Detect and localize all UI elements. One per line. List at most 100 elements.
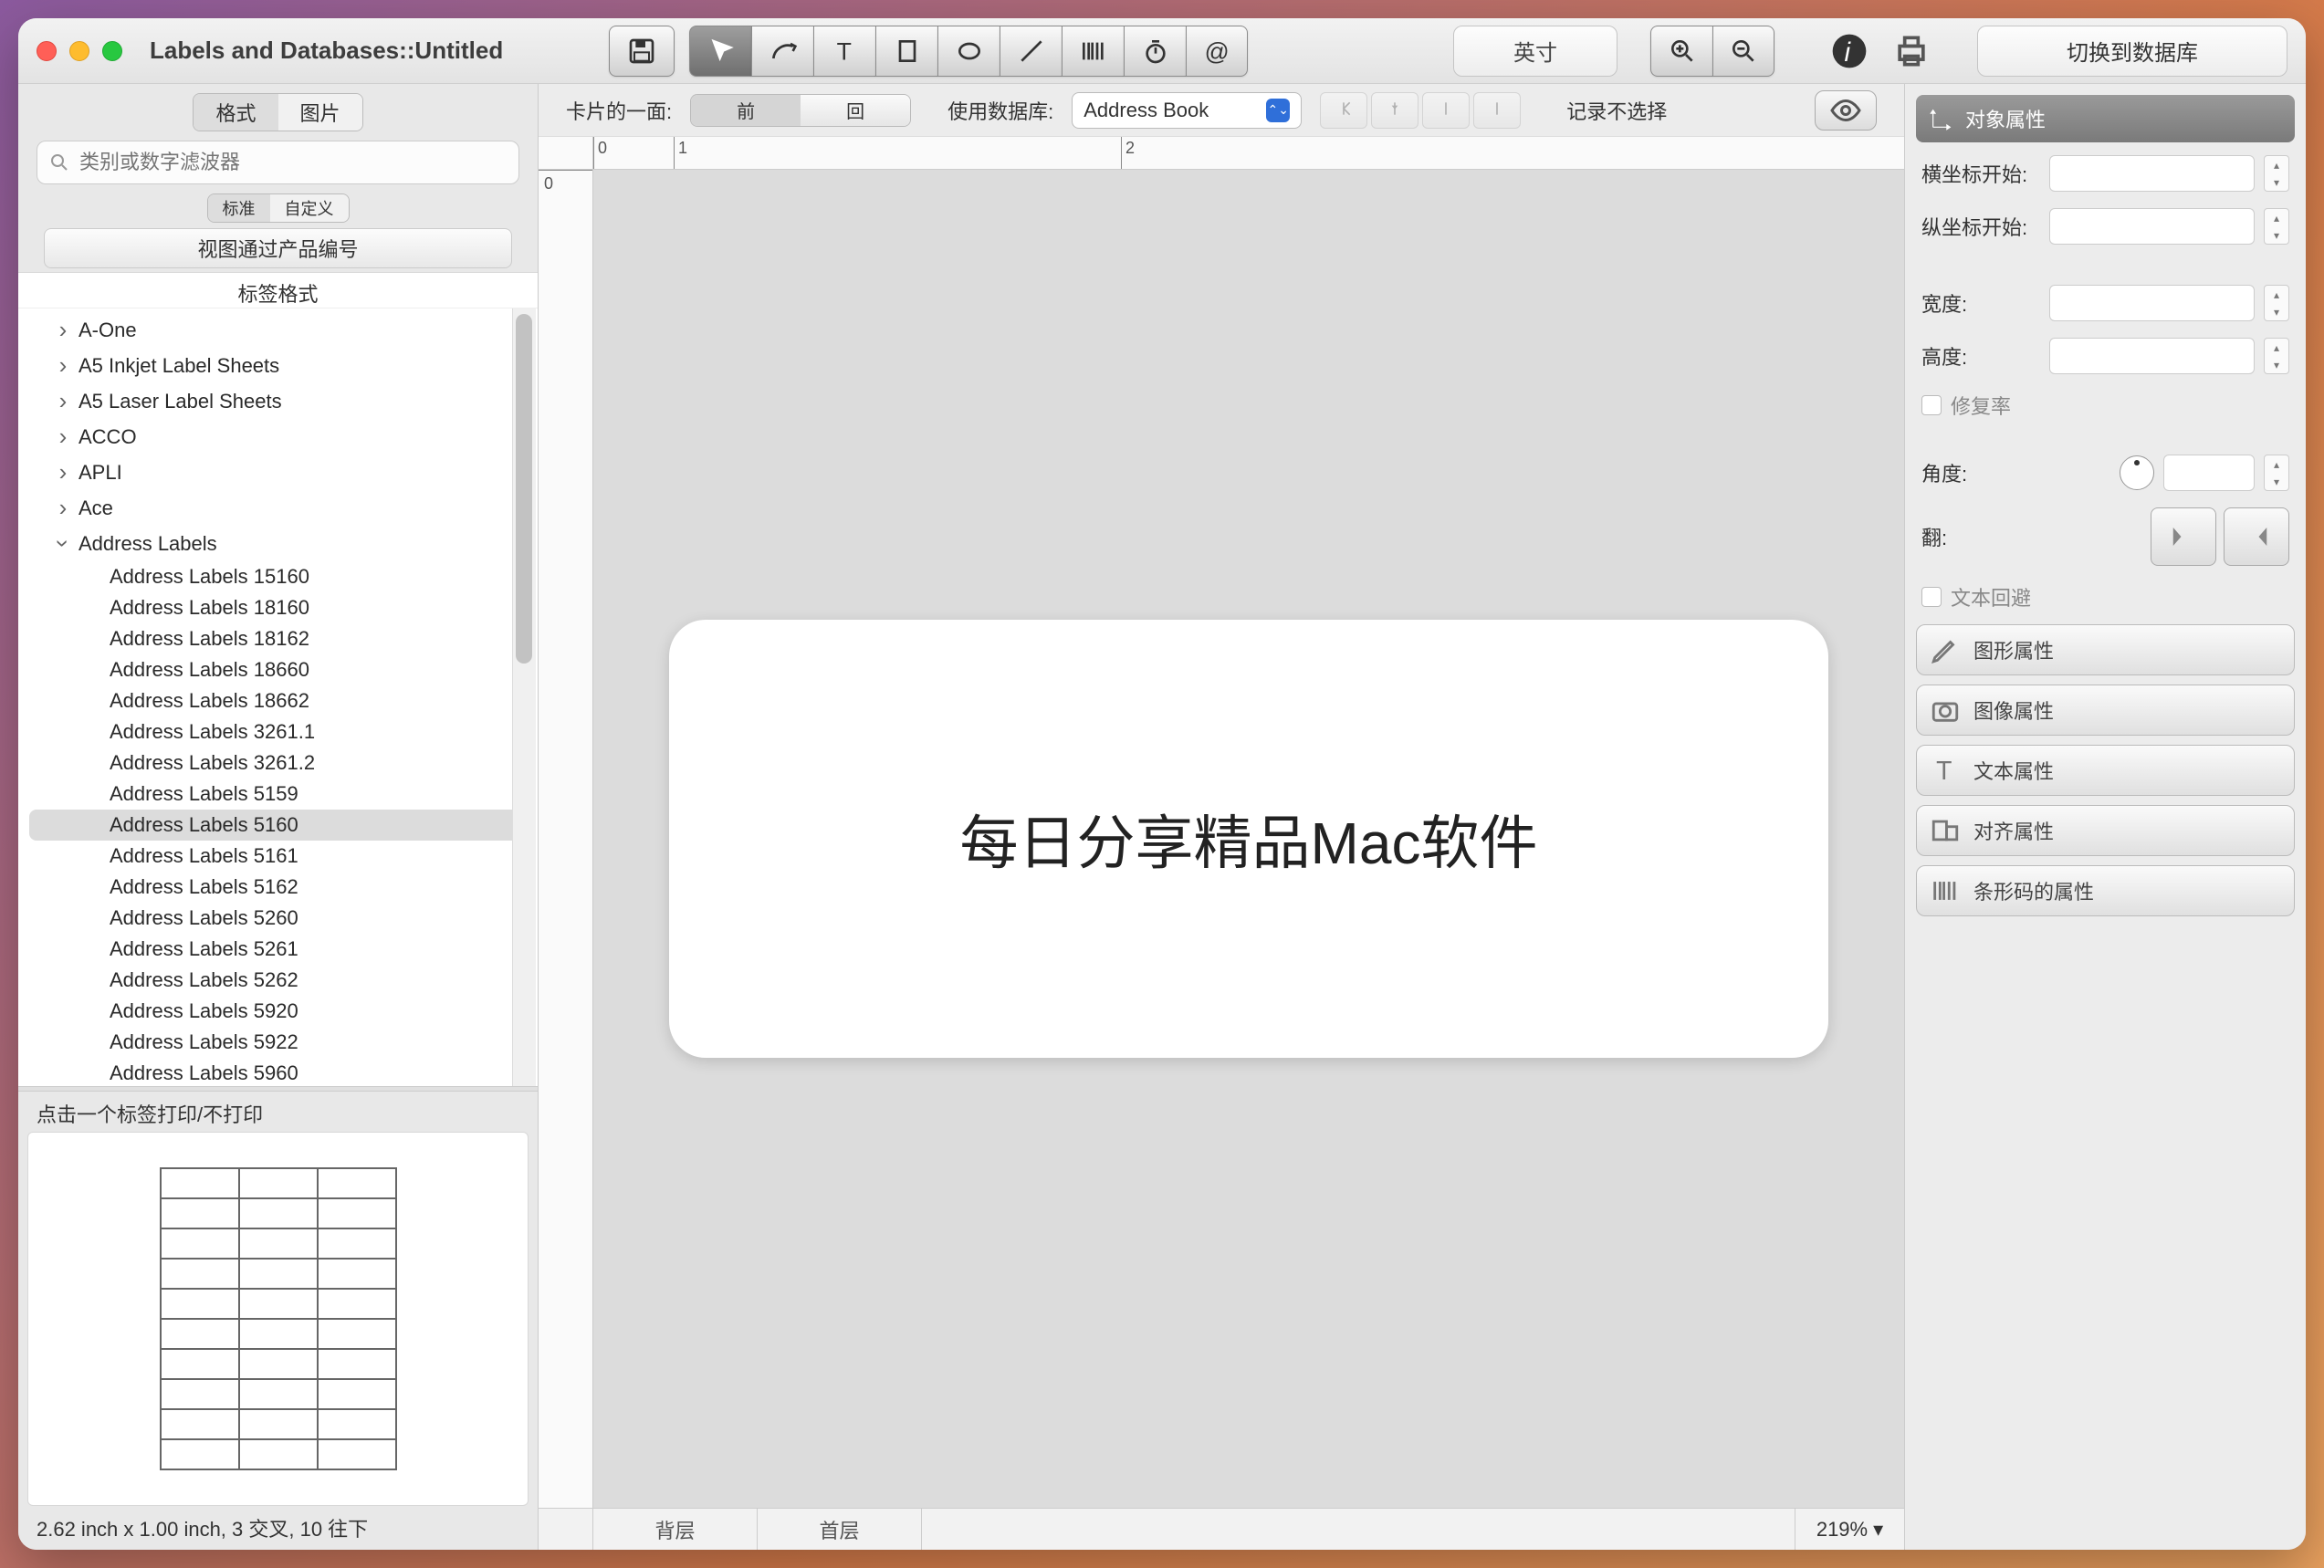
tab-format[interactable]: 格式 bbox=[194, 94, 277, 131]
angle-knob[interactable] bbox=[2120, 455, 2154, 490]
tab-image[interactable]: 图片 bbox=[278, 94, 362, 131]
tree-category[interactable]: A5 Inkjet Label Sheets bbox=[18, 348, 538, 383]
label-preview[interactable] bbox=[27, 1132, 529, 1506]
tree-item[interactable]: Address Labels 15160 bbox=[18, 561, 538, 592]
tree-item[interactable]: Address Labels 5920 bbox=[18, 996, 538, 1027]
unit-button[interactable]: 英寸 bbox=[1453, 26, 1617, 77]
flip-horizontal-button[interactable] bbox=[2151, 507, 2216, 566]
close-button[interactable] bbox=[37, 41, 57, 61]
tree-item[interactable]: Address Labels 5162 bbox=[18, 872, 538, 903]
line-tool[interactable] bbox=[1000, 26, 1062, 77]
preview-cell[interactable] bbox=[161, 1409, 239, 1439]
tree-category[interactable]: A5 Laser Label Sheets bbox=[18, 383, 538, 419]
preview-cell[interactable] bbox=[161, 1319, 239, 1349]
tree-item[interactable]: Address Labels 18660 bbox=[18, 654, 538, 685]
tree-item[interactable]: Address Labels 5960 bbox=[18, 1058, 538, 1086]
tree-category[interactable]: A-One bbox=[18, 312, 538, 348]
save-button[interactable] bbox=[609, 26, 675, 77]
preview-cell[interactable] bbox=[161, 1198, 239, 1228]
subtab-standard[interactable]: 标准 bbox=[208, 194, 270, 222]
section-image[interactable]: 图像属性 bbox=[1916, 685, 2295, 736]
x-stepper[interactable]: ▴▾ bbox=[2264, 155, 2289, 192]
preview-grid[interactable] bbox=[160, 1167, 397, 1470]
info-button[interactable]: i bbox=[1826, 27, 1873, 75]
y-stepper[interactable]: ▴▾ bbox=[2264, 208, 2289, 245]
zoom-button[interactable] bbox=[102, 41, 122, 61]
tree-category-open[interactable]: Address Labels bbox=[18, 526, 538, 561]
preview-cell[interactable] bbox=[318, 1349, 396, 1379]
tree-category[interactable]: APLI bbox=[18, 455, 538, 490]
preview-cell[interactable] bbox=[318, 1259, 396, 1289]
preview-cell[interactable] bbox=[161, 1168, 239, 1198]
preview-cell[interactable] bbox=[239, 1409, 318, 1439]
preview-cell[interactable] bbox=[318, 1379, 396, 1409]
preview-cell[interactable] bbox=[318, 1168, 396, 1198]
tree-item[interactable]: Address Labels 18162 bbox=[18, 623, 538, 654]
y-input[interactable] bbox=[2049, 208, 2255, 245]
tree-item[interactable]: Address Labels 18160 bbox=[18, 592, 538, 623]
label-text[interactable]: 每日分享精品Mac软件 bbox=[960, 797, 1538, 881]
preview-toggle-button[interactable] bbox=[1815, 90, 1877, 131]
tree-category[interactable]: Ace bbox=[18, 490, 538, 526]
ellipse-tool[interactable] bbox=[937, 26, 1000, 77]
preview-cell[interactable] bbox=[239, 1439, 318, 1469]
tree-item[interactable]: Address Labels 5262 bbox=[18, 965, 538, 996]
at-tool[interactable]: @ bbox=[1186, 26, 1248, 77]
counter-tool[interactable] bbox=[1124, 26, 1186, 77]
tree-scrollbar[interactable] bbox=[512, 308, 536, 1086]
preview-cell[interactable] bbox=[239, 1198, 318, 1228]
zoom-display[interactable]: 219% ▾ bbox=[1795, 1509, 1904, 1550]
print-button[interactable] bbox=[1888, 27, 1935, 75]
tree-item[interactable]: Address Labels 5160 bbox=[29, 810, 527, 841]
preview-cell[interactable] bbox=[318, 1198, 396, 1228]
switch-database-button[interactable]: 切换到数据库 bbox=[1977, 26, 2287, 77]
barcode-tool[interactable] bbox=[1062, 26, 1124, 77]
search-input[interactable] bbox=[37, 141, 519, 184]
view-by-button[interactable]: 视图通过产品编号 bbox=[44, 228, 512, 268]
preview-cell[interactable] bbox=[318, 1289, 396, 1319]
w-input[interactable] bbox=[2049, 285, 2255, 321]
preview-cell[interactable] bbox=[161, 1289, 239, 1319]
section-align[interactable]: 对齐属性 bbox=[1916, 805, 2295, 856]
text-tool[interactable]: T bbox=[813, 26, 875, 77]
angle-input[interactable] bbox=[2163, 455, 2255, 491]
preview-cell[interactable] bbox=[239, 1168, 318, 1198]
nav-first-button[interactable] bbox=[1320, 92, 1367, 129]
preview-cell[interactable] bbox=[239, 1259, 318, 1289]
preview-cell[interactable] bbox=[161, 1349, 239, 1379]
layer-back-tab[interactable]: 背层 bbox=[593, 1509, 758, 1550]
tree-item[interactable]: Address Labels 5260 bbox=[18, 903, 538, 934]
angle-stepper[interactable]: ▴▾ bbox=[2264, 455, 2289, 491]
section-shape[interactable]: 图形属性 bbox=[1916, 624, 2295, 675]
canvas[interactable]: 每日分享精品Mac软件 bbox=[593, 170, 1904, 1508]
preview-cell[interactable] bbox=[318, 1409, 396, 1439]
tree-category[interactable]: ACCO bbox=[18, 419, 538, 455]
section-text[interactable]: T 文本属性 bbox=[1916, 745, 2295, 796]
section-barcode[interactable]: 条形码的属性 bbox=[1916, 865, 2295, 916]
side-back-button[interactable]: 回 bbox=[801, 95, 910, 126]
preview-cell[interactable] bbox=[318, 1319, 396, 1349]
database-select[interactable]: Address Book ⌃⌄ bbox=[1072, 92, 1302, 129]
w-stepper[interactable]: ▴▾ bbox=[2264, 285, 2289, 321]
preview-cell[interactable] bbox=[161, 1439, 239, 1469]
tree-item[interactable]: Address Labels 3261.2 bbox=[18, 747, 538, 779]
zoom-out-button[interactable] bbox=[1712, 26, 1774, 77]
tree-item[interactable]: Address Labels 18662 bbox=[18, 685, 538, 716]
nav-last-button[interactable] bbox=[1473, 92, 1521, 129]
preview-cell[interactable] bbox=[239, 1349, 318, 1379]
layer-front-tab[interactable]: 首层 bbox=[758, 1509, 922, 1550]
nav-prev-button[interactable] bbox=[1371, 92, 1418, 129]
minimize-button[interactable] bbox=[69, 41, 89, 61]
preview-cell[interactable] bbox=[239, 1319, 318, 1349]
zoom-in-button[interactable] bbox=[1650, 26, 1712, 77]
side-front-button[interactable]: 前 bbox=[691, 95, 801, 126]
arc-tool[interactable] bbox=[751, 26, 813, 77]
nav-next-button[interactable] bbox=[1422, 92, 1470, 129]
label-card[interactable]: 每日分享精品Mac软件 bbox=[669, 620, 1828, 1058]
preview-cell[interactable] bbox=[239, 1379, 318, 1409]
h-input[interactable] bbox=[2049, 338, 2255, 374]
preview-cell[interactable] bbox=[318, 1439, 396, 1469]
subtab-custom[interactable]: 自定义 bbox=[270, 194, 349, 222]
preview-cell[interactable] bbox=[239, 1228, 318, 1259]
h-stepper[interactable]: ▴▾ bbox=[2264, 338, 2289, 374]
